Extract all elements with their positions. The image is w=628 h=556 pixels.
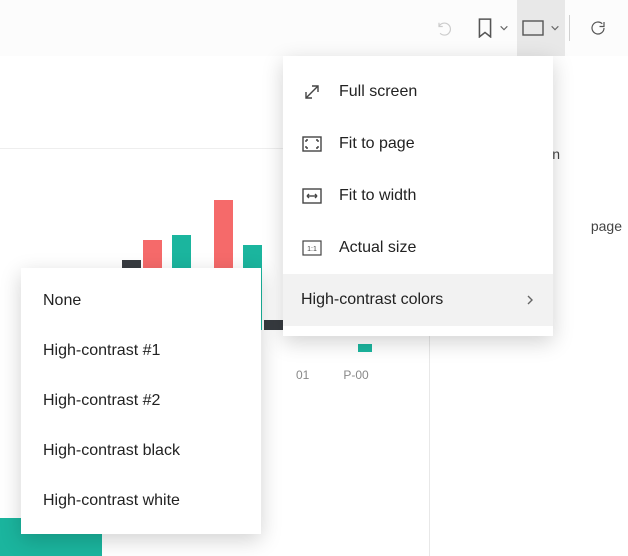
menu-item-label: Actual size — [339, 239, 416, 257]
chevron-down-icon — [499, 23, 509, 33]
axis-label: P-00 — [343, 368, 368, 550]
submenu-item-label: None — [43, 292, 81, 310]
toolbar — [0, 0, 628, 56]
submenu-item-hc-white[interactable]: High-contrast white — [21, 476, 261, 526]
undo-icon — [436, 19, 454, 37]
toolbar-separator — [569, 15, 570, 41]
submenu-item-label: High-contrast #2 — [43, 392, 160, 410]
side-text: n — [552, 146, 560, 162]
menu-item-label: High-contrast colors — [301, 291, 443, 309]
view-rectangle-icon — [522, 20, 544, 36]
bookmark-button[interactable] — [469, 0, 517, 56]
reset-button[interactable] — [421, 0, 469, 56]
submenu-item-none[interactable]: None — [21, 276, 261, 326]
svg-text:1:1: 1:1 — [307, 246, 317, 253]
submenu-item-label: High-contrast white — [43, 492, 180, 510]
legend-swatch — [358, 344, 372, 352]
side-text: page — [591, 218, 622, 234]
menu-item-fit-to-page[interactable]: Fit to page — [283, 118, 553, 170]
submenu-item-hc2[interactable]: High-contrast #2 — [21, 376, 261, 426]
submenu-item-hc-black[interactable]: High-contrast black — [21, 426, 261, 476]
submenu-item-hc1[interactable]: High-contrast #1 — [21, 326, 261, 376]
menu-item-actual-size[interactable]: 1:1 Actual size — [283, 222, 553, 274]
menu-item-label: Full screen — [339, 83, 417, 101]
axis-label: 01 — [296, 368, 309, 550]
view-menu: Full screen Fit to page Fit to width 1:1… — [283, 56, 553, 336]
menu-item-label: Fit to width — [339, 187, 416, 205]
menu-item-high-contrast[interactable]: High-contrast colors — [283, 274, 553, 326]
high-contrast-submenu: None High-contrast #1 High-contrast #2 H… — [21, 268, 261, 534]
chevron-right-icon — [525, 294, 535, 306]
menu-item-label: Fit to page — [339, 135, 415, 153]
x-axis-labels: 01 P-00 — [296, 368, 369, 550]
chevron-down-icon — [550, 23, 560, 33]
refresh-icon — [589, 19, 607, 37]
full-screen-icon — [301, 81, 323, 103]
fit-to-width-icon — [301, 185, 323, 207]
refresh-button[interactable] — [574, 0, 622, 56]
bar — [264, 320, 283, 330]
bookmark-icon — [477, 18, 493, 38]
submenu-item-label: High-contrast #1 — [43, 342, 160, 360]
menu-item-full-screen[interactable]: Full screen — [283, 66, 553, 118]
fit-to-page-icon — [301, 133, 323, 155]
view-button[interactable] — [517, 0, 565, 56]
actual-size-icon: 1:1 — [301, 237, 323, 259]
menu-item-fit-to-width[interactable]: Fit to width — [283, 170, 553, 222]
submenu-item-label: High-contrast black — [43, 442, 180, 460]
